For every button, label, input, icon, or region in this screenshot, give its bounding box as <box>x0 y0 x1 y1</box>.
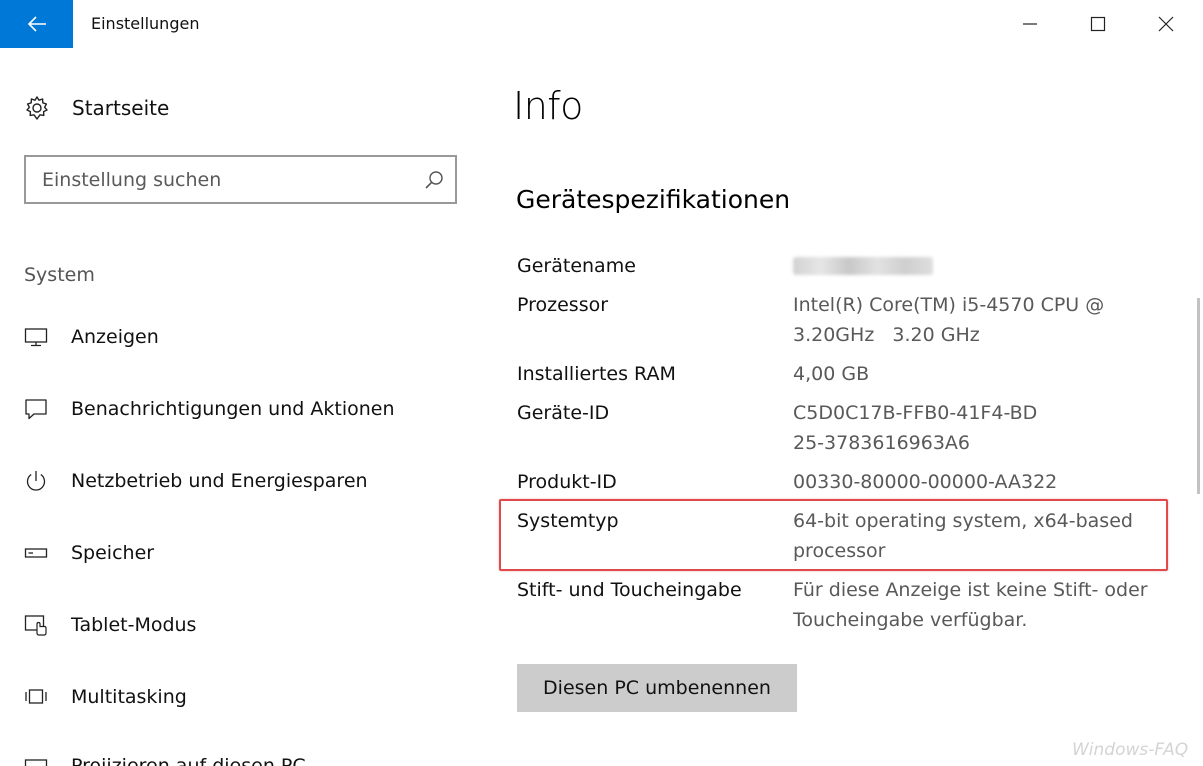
blurred-device-name <box>793 257 933 275</box>
project-icon <box>24 759 48 766</box>
sidebar-item-anzeigen[interactable]: Anzeigen <box>24 319 159 355</box>
sidebar-item-tablet-modus[interactable]: Tablet-Modus <box>24 607 196 643</box>
spec-key: Gerätename <box>517 255 636 277</box>
arrow-left-icon <box>27 16 46 32</box>
page-title: Info <box>513 84 583 128</box>
scrollbar[interactable] <box>1197 298 1200 494</box>
highlight-box <box>499 499 1168 571</box>
back-button[interactable] <box>0 0 73 48</box>
spec-value: 4,00 GB <box>793 363 870 385</box>
sidebar-item-label: Multitasking <box>71 686 187 708</box>
sidebar-item-netzbetrieb[interactable]: Netzbetrieb und Energiesparen <box>24 463 368 499</box>
spec-key: Installiertes RAM <box>517 363 676 385</box>
storage-icon <box>24 548 48 558</box>
notification-icon <box>25 399 47 420</box>
maximize-button[interactable] <box>1064 0 1132 48</box>
tablet-mode-icon <box>24 615 47 636</box>
power-icon <box>26 471 46 491</box>
sidebar-item-label: Netzbetrieb und Energiesparen <box>71 470 368 492</box>
minimize-button[interactable] <box>996 0 1064 48</box>
home-label: Startseite <box>72 96 170 120</box>
section-title: Gerätespezifikationen <box>516 185 791 214</box>
watermark: Windows-FAQ <box>1072 740 1189 760</box>
close-button[interactable] <box>1132 0 1200 48</box>
search-icon[interactable] <box>423 169 445 191</box>
sidebar-item-multitasking[interactable]: Multitasking <box>24 679 187 715</box>
minimize-icon <box>1023 23 1037 25</box>
spec-key: Produkt-ID <box>517 471 617 493</box>
spec-key: Geräte-ID <box>517 402 610 424</box>
search-input[interactable] <box>42 157 422 202</box>
title-bar: Einstellungen <box>0 0 1203 48</box>
monitor-icon <box>24 328 48 347</box>
gear-icon <box>26 96 48 120</box>
spec-value: C5D0C17B-FFB0-41F4-BD25-3783616963A6 <box>793 402 1038 454</box>
search-box[interactable] <box>24 155 457 204</box>
sidebar-item-speicher[interactable]: Speicher <box>24 535 154 571</box>
spec-value: 00330-80000-00000-AA322 <box>793 471 1058 493</box>
multitasking-icon <box>25 689 47 704</box>
spec-value: Intel(R) Core(TM) i5-4570 CPU @ 3.20GHz … <box>793 294 1111 346</box>
close-icon <box>1158 16 1174 32</box>
sidebar-item-benachrichtigungen[interactable]: Benachrichtigungen und Aktionen <box>24 391 395 427</box>
home-link[interactable]: Startseite <box>24 92 169 124</box>
sidebar-item-label: Speicher <box>71 542 155 564</box>
rename-pc-button[interactable]: Diesen PC umbenennen <box>517 664 797 712</box>
spec-value-redacted <box>793 251 1173 284</box>
sidebar-item-label: Projizieren auf diesen PC <box>71 755 306 766</box>
sidebar-item-label: Anzeigen <box>71 326 159 348</box>
spec-key: Prozessor <box>517 294 609 316</box>
sidebar-item-label: Tablet-Modus <box>71 614 197 636</box>
maximize-icon <box>1090 16 1106 32</box>
sidebar-item-label: Benachrichtigungen und Aktionen <box>71 398 395 420</box>
section-label-system: System <box>24 264 95 286</box>
window-title: Einstellungen <box>91 14 200 33</box>
sidebar-item-projizieren[interactable]: Projizieren auf diesen PC <box>24 748 306 766</box>
spec-value: Für diese Anzeige ist keine Stift- oder … <box>793 579 1148 631</box>
spec-key: Stift- und Toucheingabe <box>517 579 742 601</box>
